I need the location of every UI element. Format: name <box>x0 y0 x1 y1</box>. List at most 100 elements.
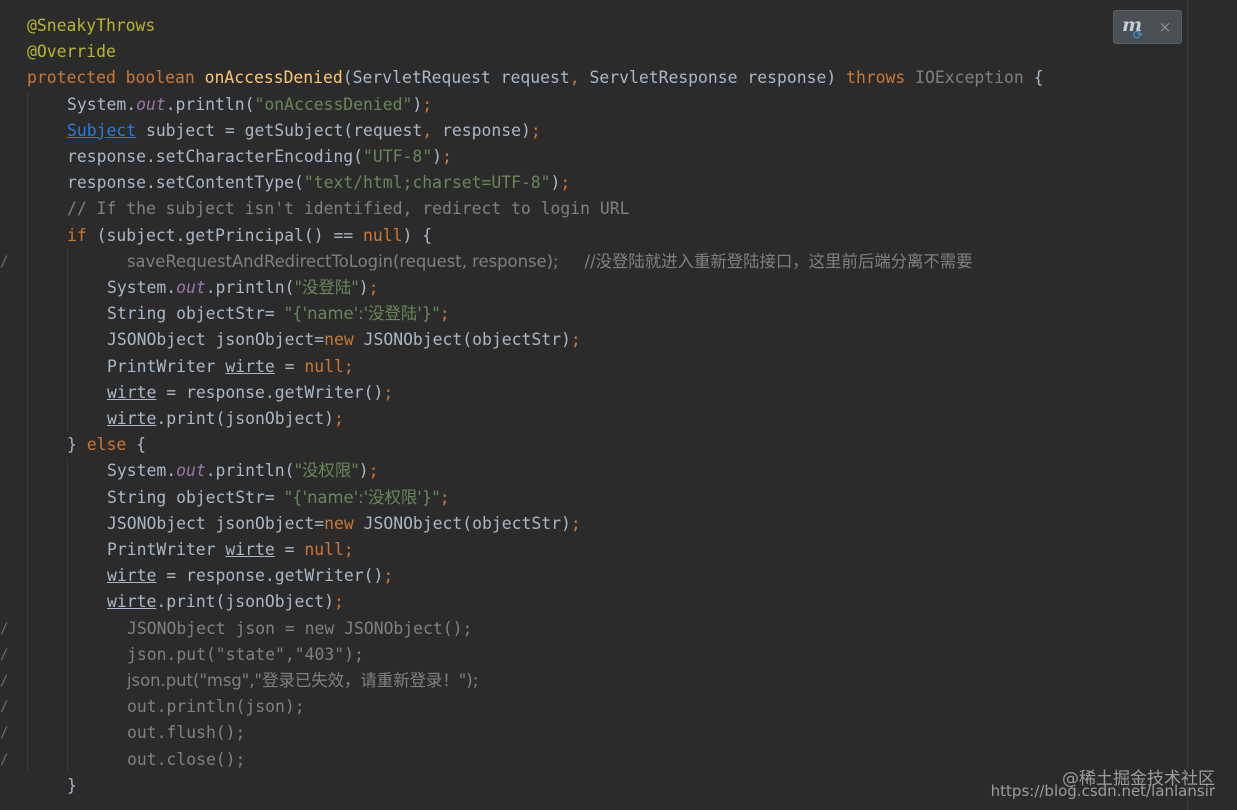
code-token: ; <box>530 120 541 140</box>
code-line[interactable]: System.out.println("onAccessDenied"); <box>67 92 432 118</box>
code-line[interactable]: @SneakyThrows <box>27 13 155 39</box>
code-token: .println( <box>205 278 295 297</box>
code-token: out.flush(); <box>127 723 246 743</box>
code-token: "{'name':'没权限'}" <box>284 487 440 507</box>
code-token: "text/html;charset=UTF-8" <box>303 173 551 193</box>
right-margin-guide <box>1187 0 1188 810</box>
code-token: .print(jsonObject) <box>156 409 334 428</box>
code-token: .print(jsonObject) <box>156 592 334 612</box>
code-token: null; <box>304 356 354 376</box>
code-token: ) <box>358 278 369 297</box>
code-token: out <box>136 94 166 114</box>
code-token: System. <box>107 461 177 481</box>
code-line[interactable]: PrintWriter wirte = null; <box>107 537 354 563</box>
maven-reload-popup: m ⟳ × <box>1113 10 1182 44</box>
code-token: ; <box>368 278 379 297</box>
code-token: saveRequestAndRedirectToLogin(request, r… <box>127 251 973 271</box>
code-token: ) <box>432 147 442 166</box>
code-token: = <box>274 540 305 559</box>
code-line[interactable]: System.out.println("没登陆"); <box>107 275 379 301</box>
code-token: } <box>67 775 77 795</box>
code-token: ; <box>570 513 581 533</box>
code-token: ; <box>442 147 452 166</box>
code-line[interactable]: @Override <box>27 39 116 65</box>
code-line[interactable]: } <box>67 773 77 799</box>
code-line[interactable]: response.setCharacterEncoding("UTF-8"); <box>67 144 452 170</box>
code-token: ; <box>560 173 571 193</box>
code-token: = <box>274 356 305 376</box>
code-token: ) <box>550 173 561 193</box>
code-token: response.setCharacterEncoding( <box>67 147 364 166</box>
code-line[interactable]: response.setContentType("text/html;chars… <box>67 170 570 196</box>
code-token: ServletResponse response) <box>589 68 847 88</box>
code-token: JSONObject jsonObject= <box>107 330 325 350</box>
code-token: response.setContentType( <box>67 173 304 193</box>
code-token: "没权限" <box>294 461 359 481</box>
code-line[interactable]: JSONObject jsonObject=new JSONObject(obj… <box>107 327 581 353</box>
indent-guide <box>27 91 28 773</box>
code-line[interactable]: String objectStr= "{'name':'没登陆'}"; <box>107 301 450 327</box>
code-line[interactable]: out.println(json); <box>127 694 305 720</box>
code-token: ; <box>383 382 394 402</box>
code-token: json.put("msg","登录已失效，请重新登录！"); <box>127 671 479 690</box>
code-token: = response.getWriter() <box>156 382 384 402</box>
code-token: wirte <box>107 382 157 402</box>
code-line[interactable]: out.flush(); <box>127 720 245 746</box>
code-line[interactable]: PrintWriter wirte = null; <box>107 354 354 380</box>
code-token: ; <box>422 94 433 114</box>
code-token: { <box>136 435 146 455</box>
code-token: ; <box>570 330 581 350</box>
code-line[interactable]: // If the subject isn't identified, redi… <box>67 196 629 222</box>
code-token: , <box>569 68 590 88</box>
sync-icon: ⟳ <box>1133 28 1144 42</box>
code-line[interactable]: out.close(); <box>127 747 245 773</box>
code-token: System. <box>107 278 177 297</box>
code-token: .println( <box>205 461 295 481</box>
code-editor[interactable]: @SneakyThrows @Override protected boolean … <box>0 0 1237 810</box>
code-token: = response.getWriter() <box>156 566 384 586</box>
code-token: out <box>176 278 206 297</box>
code-line[interactable]: } else { <box>67 432 146 458</box>
code-line[interactable]: wirte.print(jsonObject); <box>107 589 344 615</box>
code-token: out.close(); <box>127 749 246 769</box>
code-token: subject = getSubject(request <box>136 120 423 140</box>
gutter-marker: / <box>0 620 9 637</box>
gutter-marker: / <box>0 646 9 663</box>
code-line[interactable]: System.out.println("没权限"); <box>107 458 379 484</box>
code-line[interactable]: wirte = response.getWriter(); <box>107 380 393 406</box>
code-token: (ServletRequest request <box>342 68 570 88</box>
code-token: wirte <box>225 540 275 559</box>
code-token: else <box>86 435 137 455</box>
code-token: , <box>422 120 442 140</box>
code-token: .println( <box>165 94 255 114</box>
code-token: wirte <box>107 592 157 612</box>
code-line[interactable]: json.put("state","403"); <box>127 642 364 668</box>
code-token: ) { <box>402 225 433 245</box>
code-token: wirte <box>225 356 275 376</box>
code-token: new <box>324 513 364 533</box>
code-line[interactable]: JSONObject json = new JSONObject(); <box>127 616 472 642</box>
close-icon[interactable]: × <box>1158 17 1172 37</box>
code-line[interactable]: String objectStr= "{'name':'没权限'}"; <box>107 485 450 511</box>
gutter-marker: / <box>0 751 9 768</box>
maven-sync-icon[interactable]: m ⟳ <box>1122 15 1144 42</box>
code-token: "UTF-8" <box>363 147 433 166</box>
code-line[interactable]: json.put("msg","登录已失效，请重新登录！"); <box>127 668 478 694</box>
code-token: null <box>363 225 403 245</box>
code-line[interactable]: wirte = response.getWriter(); <box>107 563 393 589</box>
code-token: wirte <box>107 566 157 586</box>
code-line[interactable]: wirte.print(jsonObject); <box>107 406 344 432</box>
indent-guide <box>67 248 68 433</box>
code-token: "没登陆" <box>294 278 359 297</box>
code-token: "onAccessDenied" <box>254 94 413 114</box>
code-token: new <box>324 330 364 350</box>
code-token: ) <box>412 94 423 114</box>
code-line[interactable]: if (subject.getPrincipal() == null) { <box>67 223 432 249</box>
code-line[interactable]: protected boolean onAccessDenied(Servlet… <box>27 65 1043 91</box>
code-token: } <box>67 435 87 455</box>
code-token: ; <box>368 461 379 481</box>
code-line[interactable]: Subject subject = getSubject(request, re… <box>67 118 541 144</box>
code-line[interactable]: JSONObject jsonObject=new JSONObject(obj… <box>107 511 581 537</box>
code-line[interactable]: saveRequestAndRedirectToLogin(request, r… <box>127 249 973 275</box>
code-token: System. <box>67 94 137 114</box>
